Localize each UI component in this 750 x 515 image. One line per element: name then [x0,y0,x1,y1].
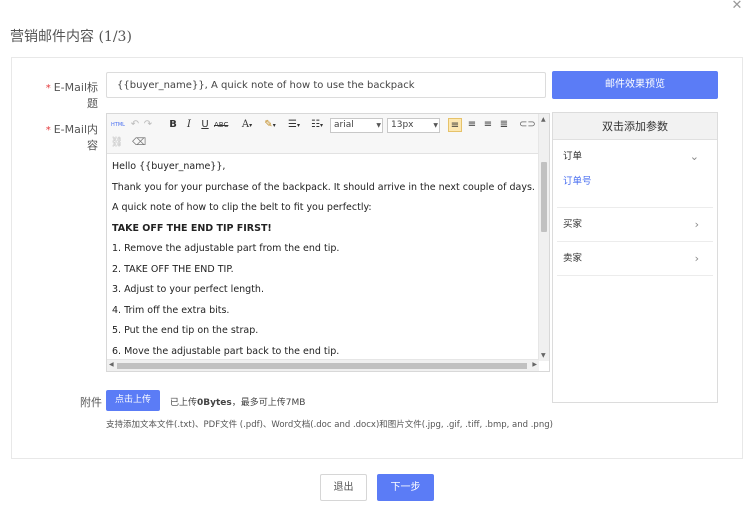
attachment-label: 附件 [80,396,102,409]
horizontal-scrollbar[interactable]: ◀ ▶ [107,359,539,371]
param-group-label: 卖家 [563,253,583,264]
content-line: A quick note of how to clip the belt to … [112,202,372,213]
content-line: 2. TAKE OFF THE END TIP. [112,263,234,275]
align-right-icon[interactable]: ≡ [481,118,495,132]
param-item-order-number[interactable]: 订单号 [557,173,713,207]
bold-icon[interactable]: B [167,118,179,132]
scroll-down-icon[interactable]: ▼ [541,352,546,359]
scrollbar-thumb[interactable] [117,363,527,369]
chevron-down-icon: ▼ [433,122,438,129]
eraser-icon[interactable]: ⌫ [132,136,146,150]
next-button[interactable]: 下一步 [377,474,434,501]
link-icon[interactable]: ⊂⊃ [519,118,536,132]
content-line: 3. Adjust to your perfect length. [112,284,264,295]
align-left-icon[interactable]: ≡ [448,118,462,132]
dialog-title: 营销邮件内容 (1/3) [10,29,132,45]
upload-button[interactable]: 点击上传 [106,390,160,411]
italic-icon[interactable]: I [183,118,195,132]
upload-status-suffix: ，最多可上传7MB [231,398,306,408]
body-label-text: E-Mail内容 [53,123,98,152]
unlink-icon[interactable]: ⛓ [110,136,124,150]
chevron-right-icon: › [694,252,699,265]
marketing-email-dialog: ✕ 营销邮件内容 (1/3) * E-Mail标题 {{buyer_name}},… [0,0,750,515]
rich-text-editor[interactable]: HTML ↶ ↷ B I U ABC A▾ ✎▾ ☰▾ ☷▾ arial ▼ 1… [106,113,550,372]
uploaded-size: 0Bytes [197,398,232,408]
font-color-icon[interactable]: A▾ [238,118,256,132]
params-panel: 双击添加参数 订单 ⌄ 订单号 买家 › 卖家 › [552,112,718,403]
exit-button[interactable]: 退出 [320,474,367,501]
content-line: Hello {{buyer_name}}, [112,161,226,172]
align-center-icon[interactable]: ≡ [465,118,479,132]
param-group-buyer[interactable]: 买家 › [557,208,713,242]
font-family-select[interactable]: arial ▼ [330,118,383,133]
content-line: Thank you for your purchase of the backp… [112,181,535,193]
content-line: TAKE OFF THE END TIP FIRST! [112,222,272,234]
subject-input[interactable]: {{buyer_name}}, A quick note of how to u… [106,72,546,98]
font-size-select[interactable]: 13px ▼ [387,118,440,133]
ordered-list-icon[interactable]: ☰▾ [284,118,304,132]
body-label: * E-Mail内容 [36,121,98,153]
underline-icon[interactable]: U [199,118,211,132]
subject-label-text: E-Mail标题 [53,81,98,110]
font-family-value: arial [334,120,354,130]
supported-file-types: 支持添加文本文件(.txt)、PDF文件 (.pdf)、Word文档(.doc … [106,420,553,430]
scroll-right-icon[interactable]: ▶ [532,361,537,368]
subject-label: * E-Mail标题 [36,79,98,111]
chevron-down-icon: ⌄ [689,150,699,163]
required-mark: * [45,83,51,94]
chevron-right-icon: › [694,218,699,231]
upload-status: 已上传0Bytes，最多可上传7MB [170,395,305,408]
align-justify-icon[interactable]: ≣ [497,118,511,132]
upload-status-prefix: 已上传 [170,398,198,408]
scroll-up-icon[interactable]: ▲ [541,116,546,123]
scrollbar-thumb[interactable] [541,162,547,232]
editor-content[interactable]: Hello {{buyer_name}}, Thank you for your… [107,155,539,361]
chevron-down-icon: ▼ [376,122,381,129]
undo-icon[interactable]: ↶ [129,118,141,132]
preview-button[interactable]: 邮件效果预览 [552,71,718,99]
scroll-left-icon[interactable]: ◀ [109,361,114,368]
param-group-label: 买家 [563,219,583,230]
vertical-scrollbar[interactable]: ▲ ▼ [538,114,549,361]
param-group-seller[interactable]: 卖家 › [557,242,713,276]
param-group-order[interactable]: 订单 ⌄ 订单号 [557,140,713,208]
html-source-button[interactable]: HTML [110,118,126,132]
redo-icon[interactable]: ↷ [142,118,154,132]
font-size-value: 13px [391,120,414,130]
content-line: 4. Trim off the extra bits. [112,304,230,316]
params-title: 双击添加参数 [553,113,717,140]
strikethrough-icon[interactable]: ABC [214,118,228,132]
unordered-list-icon[interactable]: ☷▾ [307,118,327,132]
editor-toolbar: HTML ↶ ↷ B I U ABC A▾ ✎▾ ☰▾ ☷▾ arial ▼ 1… [107,114,539,154]
content-line: 1. Remove the adjustable part from the e… [112,243,340,254]
content-line: 5. Put the end tip on the strap. [112,325,259,336]
highlight-color-icon[interactable]: ✎▾ [260,118,280,132]
required-mark: * [45,125,51,136]
close-icon[interactable]: ✕ [730,0,744,14]
